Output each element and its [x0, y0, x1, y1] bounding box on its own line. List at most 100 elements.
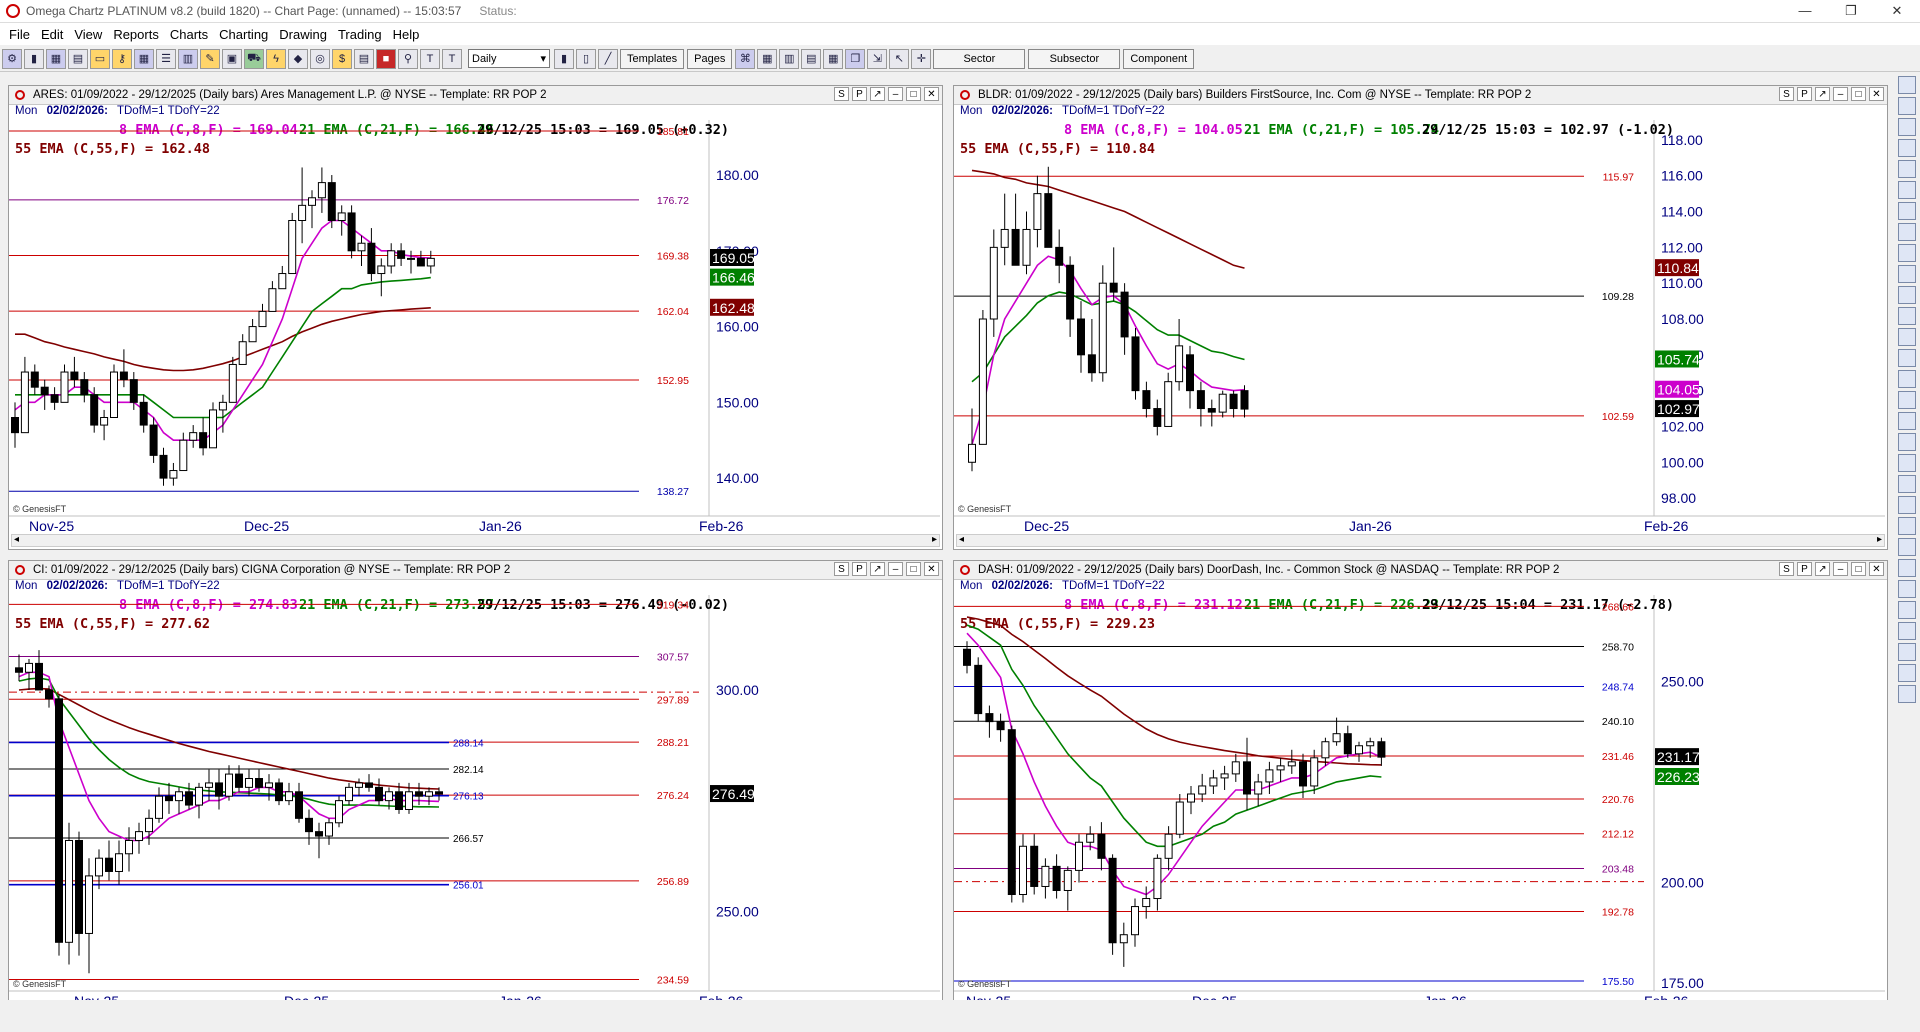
component-button[interactable]: Component — [1123, 48, 1195, 69]
s-button[interactable]: S — [834, 87, 849, 101]
period-select[interactable]: Daily ▾ — [468, 49, 550, 68]
tile-four-icon[interactable]: ▦ — [823, 48, 844, 69]
vertical-line-tool-icon[interactable] — [1898, 328, 1916, 346]
text-note-tool-icon[interactable] — [1898, 265, 1916, 283]
minimize-button[interactable]: — — [1782, 0, 1828, 22]
menu-file[interactable]: File — [9, 27, 30, 42]
minimize-icon[interactable]: – — [1833, 87, 1848, 101]
minimize-icon[interactable]: – — [888, 562, 903, 576]
cycle-tool-icon[interactable] — [1898, 433, 1916, 451]
text-tool-icon[interactable]: T — [420, 48, 440, 69]
zoom-tool-icon[interactable] — [1898, 97, 1916, 115]
scroll-right-icon[interactable]: ▸ — [1877, 534, 1882, 545]
link-icon[interactable]: ↗ — [1815, 87, 1830, 101]
link-icon[interactable]: ↗ — [870, 87, 885, 101]
candle-chart-icon[interactable]: ▯ — [576, 48, 596, 69]
magnifier-icon[interactable]: ⚲ — [398, 48, 418, 69]
fan-tool-icon[interactable] — [1898, 538, 1916, 556]
menu-reports[interactable]: Reports — [113, 27, 159, 42]
price-chart[interactable]: 8 EMA (C,8,F) = 169.04 21 EMA (C,21,F) = … — [9, 120, 940, 532]
price-chart[interactable]: 8 EMA (C,8,F) = 231.12 21 EMA (C,21,F) = … — [954, 595, 1885, 1007]
menu-trading[interactable]: Trading — [338, 27, 382, 42]
line-chart-icon[interactable]: ╱ — [598, 48, 618, 69]
s-button[interactable]: S — [1779, 562, 1794, 576]
menu-edit[interactable]: Edit — [41, 27, 63, 42]
link-icon[interactable]: ↗ — [1815, 562, 1830, 576]
cursor-icon[interactable]: ↖ — [889, 48, 910, 69]
menu-view[interactable]: View — [74, 27, 102, 42]
traffic-light-icon[interactable]: ▮ — [24, 48, 44, 69]
crosshair-icon[interactable]: ✛ — [911, 48, 932, 69]
close-icon[interactable]: ✕ — [1869, 562, 1884, 576]
s-button[interactable]: S — [1779, 87, 1794, 101]
table-icon[interactable]: ▥ — [178, 48, 198, 69]
p-button[interactable]: P — [852, 562, 867, 576]
delete-drawings-icon[interactable] — [1898, 664, 1916, 682]
bar-chart-icon[interactable]: ▮ — [554, 48, 574, 69]
list-icon[interactable]: ☰ — [156, 48, 176, 69]
close-icon[interactable]: ✕ — [1869, 87, 1884, 101]
target-icon[interactable]: ◎ — [310, 48, 330, 69]
maximize-icon[interactable]: □ — [1851, 562, 1866, 576]
pencil-icon[interactable]: ✎ — [200, 48, 220, 69]
chart-window-ares[interactable]: ARES: 01/09/2022 - 29/12/2025 (Daily bar… — [8, 85, 943, 550]
p-button[interactable]: P — [1797, 87, 1812, 101]
link-icon[interactable]: ↗ — [870, 562, 885, 576]
arc-tool-icon[interactable] — [1898, 559, 1916, 577]
s-button[interactable]: S — [834, 562, 849, 576]
p-button[interactable]: P — [1797, 562, 1812, 576]
parallel-tool-icon[interactable] — [1898, 202, 1916, 220]
menu-charting[interactable]: Charting — [219, 27, 268, 42]
cascade-icon[interactable]: ❐ — [845, 48, 866, 69]
minimize-icon[interactable]: – — [1833, 562, 1848, 576]
cursor-tool-icon[interactable] — [1898, 76, 1916, 94]
horizontal-scrollbar[interactable]: ◂▸ — [956, 534, 1885, 547]
ruler-tool-icon[interactable] — [1898, 118, 1916, 136]
gann-tool-icon[interactable] — [1898, 412, 1916, 430]
maximize-icon[interactable]: □ — [1851, 87, 1866, 101]
minimize-icon[interactable]: – — [888, 87, 903, 101]
scroll-right-icon[interactable]: ▸ — [932, 534, 937, 545]
close-icon[interactable]: ✕ — [924, 562, 939, 576]
price-chart[interactable]: 8 EMA (C,8,F) = 274.83 21 EMA (C,21,F) = … — [9, 595, 940, 1007]
pages-button[interactable]: Pages — [687, 48, 733, 69]
key-icon[interactable]: ⚷ — [112, 48, 132, 69]
circle-tool-icon[interactable] — [1898, 496, 1916, 514]
scan-icon[interactable]: ▦ — [46, 48, 66, 69]
magnet-tool-icon[interactable] — [1898, 160, 1916, 178]
sector-button[interactable]: Sector — [933, 48, 1026, 69]
tag-icon[interactable]: ◆ — [288, 48, 308, 69]
text-minus-icon[interactable]: T — [442, 48, 462, 69]
expand-icon[interactable]: ⇲ — [867, 48, 888, 69]
ellipse-tool-icon[interactable] — [1898, 370, 1916, 388]
horizontal-line-tool-icon[interactable] — [1898, 307, 1916, 325]
eraser-tool-icon[interactable] — [1898, 139, 1916, 157]
cart-icon[interactable]: ⛟ — [244, 48, 264, 69]
horizontal-scrollbar[interactable]: ◂▸ — [11, 534, 940, 547]
pitchfork-tool-icon[interactable] — [1898, 391, 1916, 409]
grid-icon[interactable]: ▦ — [134, 48, 154, 69]
tile-vertical-icon[interactable]: ▥ — [779, 48, 800, 69]
close-icon[interactable]: ✕ — [924, 87, 939, 101]
chart-settings-icon[interactable]: ⚙ — [2, 48, 22, 69]
brace-tool-icon[interactable] — [1898, 454, 1916, 472]
folder-icon[interactable]: ▭ — [90, 48, 110, 69]
scroll-left-icon[interactable]: ◂ — [14, 534, 19, 545]
network-icon[interactable]: ⌘ — [735, 48, 756, 69]
lock-drawings-icon[interactable] — [1898, 685, 1916, 703]
rectangle-tool-icon[interactable] — [1898, 349, 1916, 367]
menu-drawing[interactable]: Drawing — [279, 27, 327, 42]
stop-icon[interactable]: ■ — [376, 48, 396, 69]
p-button[interactable]: P — [852, 87, 867, 101]
lightning-icon[interactable]: ϟ — [266, 48, 286, 69]
book-icon[interactable]: ▤ — [68, 48, 88, 69]
tile-icon[interactable]: ▦ — [757, 48, 778, 69]
speed-line-tool-icon[interactable] — [1898, 517, 1916, 535]
tile-horizontal-icon[interactable]: ▤ — [801, 48, 822, 69]
menu-charts[interactable]: Charts — [170, 27, 208, 42]
regression-tool-icon[interactable] — [1898, 580, 1916, 598]
templates-button[interactable]: Templates — [620, 48, 685, 69]
trendline-tool-icon[interactable] — [1898, 181, 1916, 199]
maximize-icon[interactable]: □ — [906, 87, 921, 101]
chart-window-ci[interactable]: CI: 01/09/2022 - 29/12/2025 (Daily bars)… — [8, 560, 943, 1025]
